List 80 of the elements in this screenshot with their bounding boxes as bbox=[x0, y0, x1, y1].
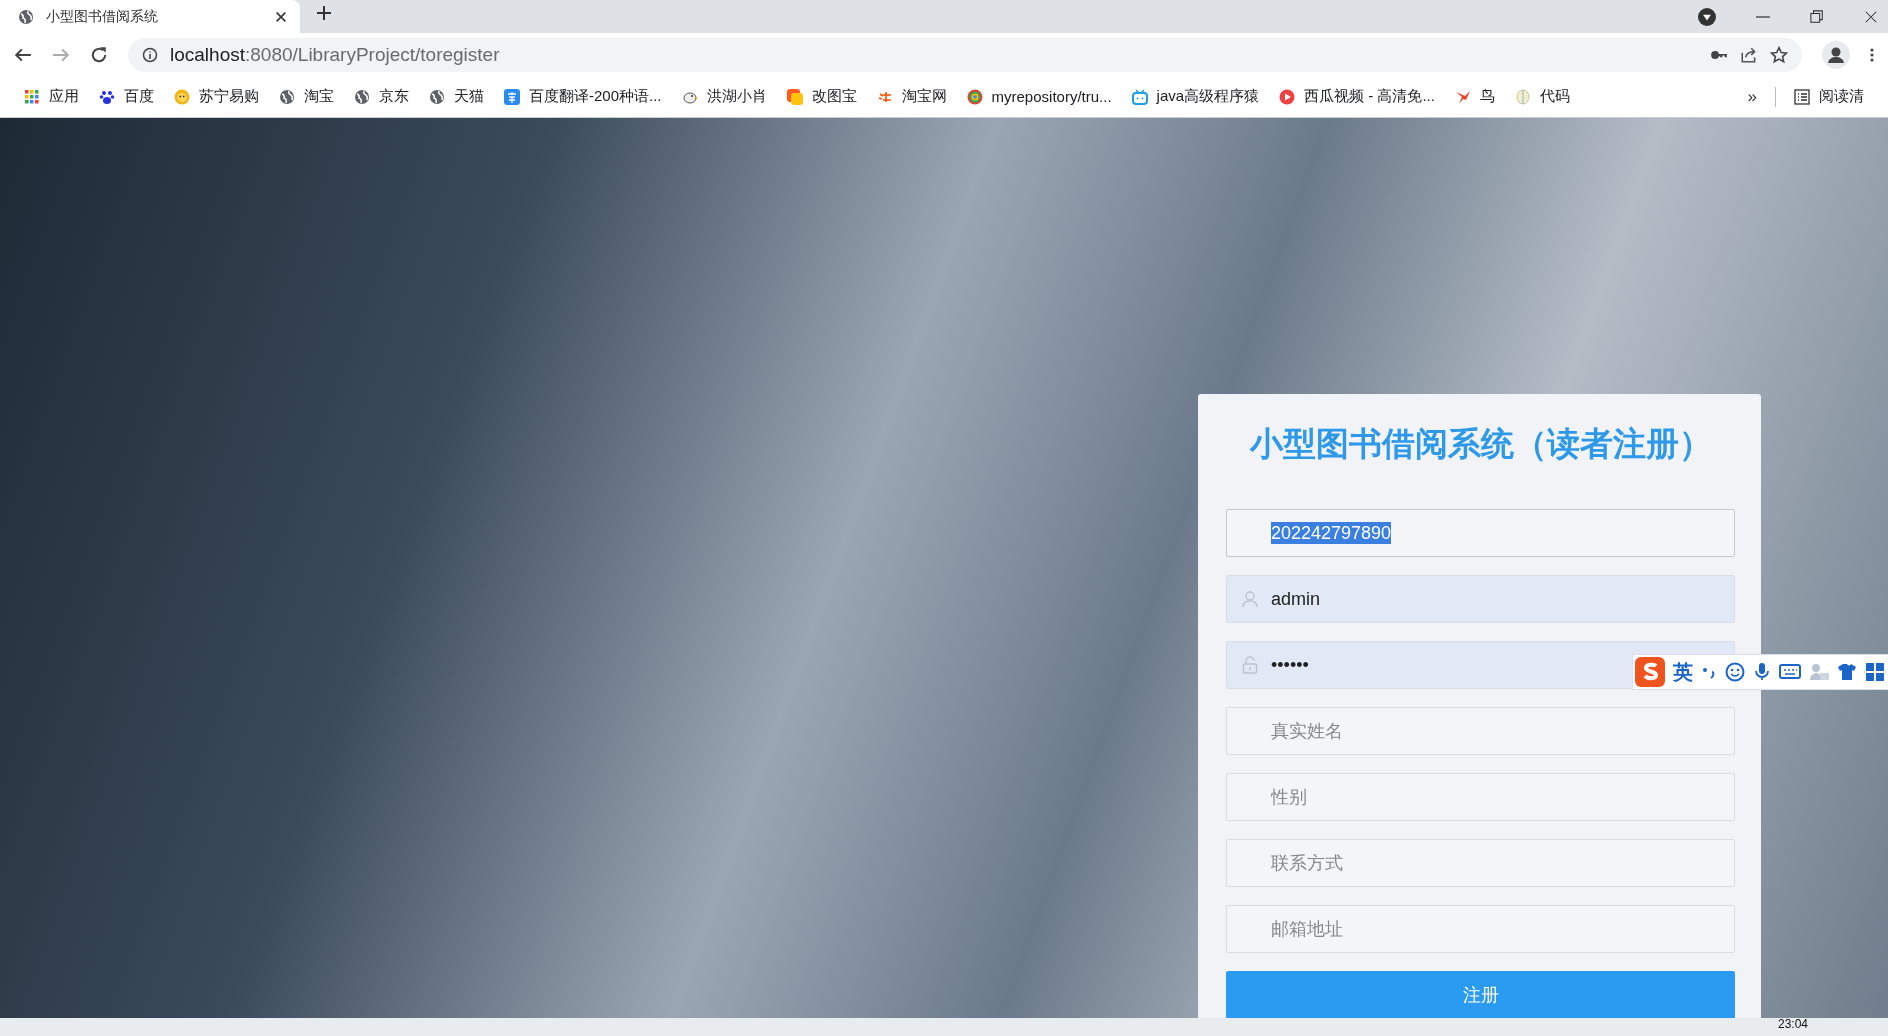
tv-icon bbox=[1131, 88, 1148, 105]
globe-icon bbox=[354, 88, 370, 105]
bookmark-label: 苏宁易购 bbox=[199, 87, 259, 106]
profile-icon bbox=[1822, 40, 1850, 69]
globe-icon bbox=[18, 8, 34, 25]
bookmark-item[interactable]: 应用 bbox=[14, 82, 89, 111]
bookmark-label: 天猫 bbox=[454, 87, 484, 106]
address-bar[interactable]: localhost:8080/LibraryProject/toregister bbox=[128, 37, 1802, 72]
bookmark-item[interactable]: 淘宝网 bbox=[866, 82, 957, 111]
input-field[interactable]: 邮箱地址 bbox=[1226, 905, 1735, 953]
globe-icon bbox=[429, 88, 445, 105]
bookmark-item[interactable]: 百度 bbox=[89, 82, 164, 111]
unlock-icon bbox=[1242, 656, 1258, 674]
bookmark-label: 百度翻译-200种语... bbox=[529, 87, 662, 106]
bookmark-item[interactable]: 西瓜视频 - 高清免... bbox=[1269, 82, 1445, 111]
input-field[interactable]: 真实姓名 bbox=[1226, 707, 1735, 755]
bookmark-item[interactable]: 百度翻译-200种语... bbox=[494, 82, 672, 111]
shirt-icon bbox=[1837, 662, 1857, 682]
bookmark-item[interactable]: 鸟 bbox=[1444, 82, 1505, 111]
play-icon bbox=[1279, 88, 1296, 105]
apps-grid-icon bbox=[24, 88, 40, 105]
reading-list-button[interactable]: 阅读清 bbox=[1784, 82, 1874, 111]
bookmark-item[interactable]: 天猫 bbox=[419, 82, 494, 111]
list-icon bbox=[1794, 88, 1810, 105]
bookmark-label: 西瓜视频 - 高清免... bbox=[1304, 87, 1435, 106]
close-icon bbox=[274, 9, 288, 24]
sogou-logo-icon bbox=[1635, 657, 1665, 687]
selected-text: 202242797890 bbox=[1271, 521, 1392, 544]
smiley-icon bbox=[1725, 662, 1745, 682]
user-icon bbox=[1242, 590, 1258, 608]
url-text: localhost:8080/LibraryProject/toregister bbox=[170, 43, 501, 66]
microphone-icon bbox=[1753, 662, 1771, 682]
reload-icon bbox=[90, 45, 108, 64]
form-title: 小型图书借阅系统（读者注册） bbox=[1248, 424, 1713, 464]
menu-icon bbox=[1870, 46, 1874, 63]
bookmark-label: 鸟 bbox=[1479, 87, 1495, 106]
bookmark-item[interactable]: 改图宝 bbox=[776, 82, 867, 111]
grid-icon bbox=[1865, 662, 1885, 682]
share-icon bbox=[1740, 45, 1758, 64]
taskbar-clock: 23:04 bbox=[1777, 1018, 1808, 1031]
keyboard-icon bbox=[1779, 662, 1801, 682]
browser-tab[interactable]: 小型图书借阅系统 bbox=[0, 0, 300, 33]
bookmark-item[interactable]: 代码 bbox=[1504, 82, 1580, 111]
input-field[interactable]: 性别 bbox=[1226, 773, 1735, 821]
dropdown-icon bbox=[1698, 7, 1716, 26]
info-icon bbox=[142, 46, 158, 63]
ime-mode[interactable]: 英 bbox=[1673, 658, 1693, 686]
bookmark-label: 代码 bbox=[1539, 87, 1570, 106]
bookmark-label: 淘宝 bbox=[304, 87, 334, 106]
new-tab-icon bbox=[316, 5, 332, 21]
bookmark-item[interactable]: myrepository/tru... bbox=[956, 82, 1122, 111]
reading-list-label: 阅读清 bbox=[1819, 87, 1864, 106]
bookmark-label: myrepository/tru... bbox=[991, 88, 1112, 105]
bookmark-label: java高级程序猿 bbox=[1156, 87, 1260, 106]
user-badge-icon bbox=[1809, 662, 1829, 682]
stacked-squares-icon bbox=[786, 88, 803, 105]
bookmark-item[interactable]: 苏宁易购 bbox=[164, 82, 269, 111]
globe-icon bbox=[279, 88, 295, 105]
bookmark-item[interactable]: 淘宝 bbox=[269, 82, 344, 111]
input-field[interactable]: admin bbox=[1226, 575, 1735, 623]
star-icon bbox=[1770, 45, 1788, 64]
input-field[interactable]: 202242797890 bbox=[1226, 509, 1735, 557]
input-field[interactable]: 联系方式 bbox=[1226, 839, 1735, 887]
bookmark-label: 改图宝 bbox=[811, 87, 857, 106]
translate-icon bbox=[504, 88, 520, 105]
bookmark-item[interactable]: 京东 bbox=[344, 82, 419, 111]
paw-icon bbox=[99, 88, 115, 105]
bookmark-label: 淘宝网 bbox=[901, 87, 947, 106]
bookmark-item[interactable]: java高级程序猿 bbox=[1121, 82, 1270, 111]
restore-icon bbox=[1810, 9, 1824, 24]
color-ring-icon bbox=[966, 88, 983, 105]
bookmark-label: 京东 bbox=[379, 87, 409, 106]
bookmark-label: 洪湖小肖 bbox=[706, 87, 767, 106]
more-bookmarks-button[interactable]: » bbox=[1737, 86, 1767, 107]
close-icon bbox=[1864, 9, 1878, 24]
minimize-icon bbox=[1756, 15, 1770, 18]
bookmark-label: 应用 bbox=[49, 87, 79, 106]
bookmark-item[interactable]: 洪湖小肖 bbox=[671, 82, 777, 111]
bookmark-label: 百度 bbox=[124, 87, 154, 106]
tab-title: 小型图书借阅系统 bbox=[46, 7, 159, 26]
